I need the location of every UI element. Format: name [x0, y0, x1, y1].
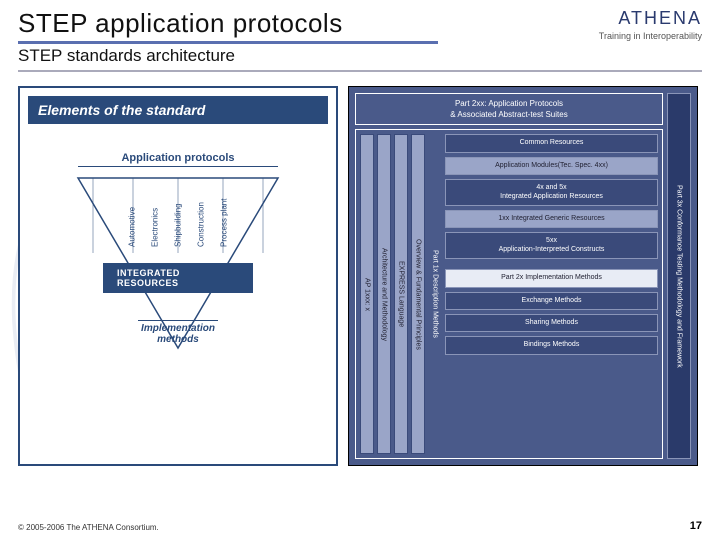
resource-box: 1xx Integrated Generic Resources: [445, 210, 658, 228]
resource-box: Application Modules(Tec. Spec. 4xx): [445, 157, 658, 175]
content-area: Elements of the standard Application pro…: [0, 72, 720, 466]
domain-label: Construction: [197, 179, 206, 247]
resource-box: 5xx Application-Interpreted Constructs: [445, 232, 658, 259]
app-protocols-label: Application protocols: [28, 152, 328, 164]
right-main-body: AP 1xxx: x Architecture and Methodology …: [355, 129, 663, 459]
method-box: Sharing Methods: [445, 314, 658, 332]
triangle-diagram: Automotive Electronics Shipbuilding Cons…: [28, 173, 328, 383]
slide-subtitle: STEP standards architecture: [18, 46, 702, 66]
domain-label: Process plant: [220, 179, 229, 247]
vstrip: Architecture and Methodology: [377, 134, 391, 454]
vstrip: EXPRESS Language: [394, 134, 408, 454]
page-number: 17: [690, 520, 702, 532]
divider-line: [78, 166, 278, 167]
elements-title: Elements of the standard: [28, 96, 328, 124]
domain-label: Automotive: [128, 179, 137, 247]
part1x-label: Part 1x Description Methods: [428, 134, 442, 454]
part2xx-header: Part 2xx: Application Protocols & Associ…: [355, 93, 663, 125]
domain-label: Shipbuilding: [174, 179, 183, 247]
logo-subtitle: Training in Interoperability: [599, 31, 702, 41]
implementation-methods-label: Implementation methods: [138, 318, 218, 345]
integrated-resources-label: INTEGRATED RESOURCES: [103, 263, 253, 293]
elements-standard-diagram: Elements of the standard Application pro…: [18, 86, 338, 466]
parts-architecture-diagram: Part 2xx: Application Protocols & Associ…: [348, 86, 698, 466]
resource-box: Common Resources: [445, 134, 658, 152]
logo-area: ATHENA Training in Interoperability: [599, 8, 702, 41]
copyright-footer: © 2005-2006 The ATHENA Consortium.: [18, 523, 159, 532]
vstrip: AP 1xxx: x: [360, 134, 374, 454]
logo-text: ATHENA: [599, 8, 702, 29]
method-box: Exchange Methods: [445, 292, 658, 310]
domain-label: Electronics: [151, 179, 160, 247]
right-main-column: Part 2xx: Application Protocols & Associ…: [355, 93, 663, 459]
part3x-side-label: Part 3x Conformance Testing Methodology …: [667, 93, 691, 459]
vertical-domain-labels: Automotive Electronics Shipbuilding Cons…: [128, 179, 229, 247]
method-box: Bindings Methods: [445, 336, 658, 354]
resource-box: 4x and 5x Integrated Application Resourc…: [445, 179, 658, 206]
title-underline: [18, 41, 438, 44]
vstrip: Overview & Fundamental Principles: [411, 134, 425, 454]
resources-stack: Common Resources Application Modules(Tec…: [445, 134, 658, 454]
part2x-impl-label: Part 2x Implementation Methods: [445, 269, 658, 287]
